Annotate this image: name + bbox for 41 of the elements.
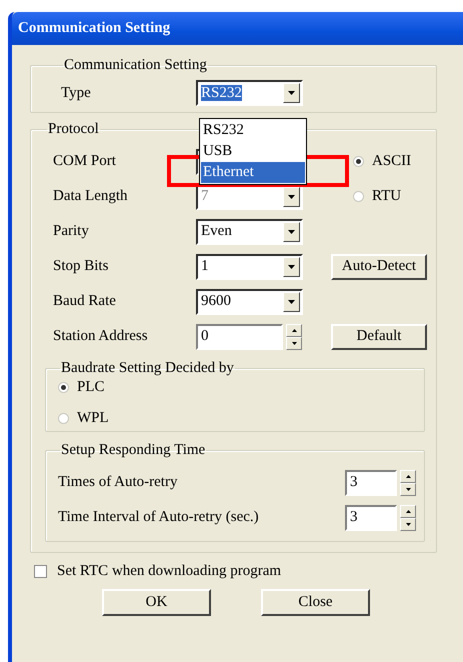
radio-label: PLC — [77, 379, 105, 396]
field-label: Baud Rate — [53, 293, 117, 310]
number-field[interactable]: 3 — [345, 504, 397, 530]
checkbox[interactable] — [34, 565, 47, 578]
dialog-button[interactable]: Close — [261, 589, 370, 616]
group-title: Communication Setting — [63, 57, 208, 74]
radio-button[interactable] — [58, 382, 69, 393]
field-label: Type — [61, 84, 92, 102]
number-field[interactable]: 3 — [345, 470, 397, 496]
spin-arrows-icon[interactable] — [400, 504, 416, 530]
radio-label: ASCII — [372, 153, 412, 170]
type-dropdown[interactable]: RS232 — [196, 80, 303, 106]
field-label: Time Interval of Auto-retry (sec.) — [58, 509, 259, 526]
dropdown-option[interactable]: Ethernet — [201, 162, 305, 183]
dropdown-option[interactable]: USB — [201, 141, 305, 162]
spin-arrows-icon[interactable] — [400, 470, 416, 496]
default-button[interactable]: Default — [331, 324, 427, 350]
field-label: Station Address — [53, 328, 149, 345]
number-field[interactable]: 0 — [196, 324, 283, 350]
group-title: Setup Responding Time — [60, 442, 206, 459]
window-title: Communication Setting — [18, 20, 170, 37]
dropdown-field[interactable]: Even — [196, 218, 303, 244]
field-label: Data Length — [53, 188, 129, 205]
dropdown-field[interactable]: 1 — [196, 254, 303, 280]
radio-label: WPL — [77, 410, 109, 427]
radio-label: RTU — [372, 188, 402, 205]
dropdown-option[interactable]: RS232 — [201, 120, 305, 141]
field-label: Stop Bits — [53, 258, 110, 275]
auto-detect-button[interactable]: Auto-Detect — [331, 254, 427, 280]
field-label: Times of Auto-retry — [58, 474, 178, 491]
radio-button[interactable] — [353, 156, 364, 167]
dialog-button[interactable]: OK — [102, 589, 211, 616]
spin-arrows-icon[interactable] — [286, 324, 302, 350]
radio-button[interactable] — [353, 191, 364, 202]
group-title: Protocol — [47, 121, 100, 138]
checkbox-label: Set RTC when downloading program — [57, 563, 282, 580]
group-title: Baudrate Setting Decided by — [60, 360, 235, 377]
dropdown-field[interactable]: 9600 — [196, 288, 303, 314]
field-label: Parity — [53, 223, 90, 240]
field-label: COM Port — [53, 153, 117, 170]
radio-button[interactable] — [58, 413, 69, 424]
